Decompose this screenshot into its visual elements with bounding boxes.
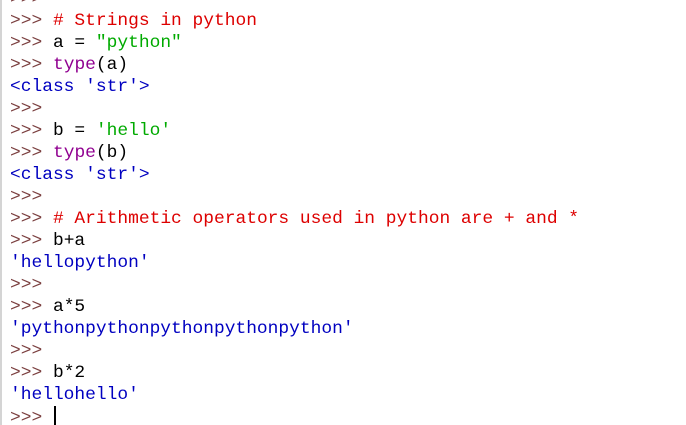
shell-output-line: 'hellopython' xyxy=(10,252,579,274)
code-token: a*5 xyxy=(42,297,86,317)
shell-input-line: >>> # Arithmetic operators used in pytho… xyxy=(10,208,579,230)
code-token: a = xyxy=(42,33,96,53)
shell-input-line: >>> xyxy=(10,0,579,10)
code-token: (b) xyxy=(95,143,129,163)
code-token: "python" xyxy=(95,33,182,53)
shell-input-line: >>> xyxy=(10,340,579,362)
python-shell-window[interactable]: >>>>>> # Strings in python>>> a = "pytho… xyxy=(0,0,686,425)
output-text: <class 'str'> xyxy=(10,165,150,185)
code-token: type xyxy=(52,143,96,163)
shell-prompt: >>> xyxy=(10,33,43,53)
shell-prompt: >>> xyxy=(10,55,43,75)
shell-prompt: >>> xyxy=(10,187,43,207)
code-token: # Strings in python xyxy=(42,11,257,31)
shell-prompt: >>> xyxy=(10,0,42,9)
output-text: 'hellohello' xyxy=(10,385,139,405)
shell-output-line: <class 'str'> xyxy=(10,76,579,98)
shell-input-line: >>> b+a xyxy=(10,230,579,252)
shell-output-area[interactable]: >>>>>> # Strings in python>>> a = "pytho… xyxy=(10,0,579,425)
shell-input-line: >>> b = 'hello' xyxy=(10,120,579,142)
code-token: b+a xyxy=(42,231,86,251)
code-token: 'hello' xyxy=(95,121,172,141)
shell-prompt: >>> xyxy=(10,363,43,383)
code-token: b = xyxy=(42,121,96,141)
output-text: 'pythonpythonpythonpythonpython' xyxy=(10,319,354,339)
shell-output-line: 'pythonpythonpythonpythonpython' xyxy=(10,318,579,340)
shell-prompt: >>> xyxy=(10,297,43,317)
code-token: # Arithmetic operators used in python ar… xyxy=(42,209,580,229)
shell-output-line: 'hellohello' xyxy=(10,384,579,406)
shell-input-line: >>> b*2 xyxy=(10,362,579,384)
shell-input-line: >>> # Strings in python xyxy=(10,10,579,32)
code-token: (a) xyxy=(95,55,129,75)
shell-input-line: >>> xyxy=(10,186,579,208)
shell-output-line: <class 'str'> xyxy=(10,164,579,186)
shell-prompt: >>> xyxy=(10,11,43,31)
shell-input-line: >>> xyxy=(10,98,579,120)
shell-input-line: >>> xyxy=(10,406,579,425)
shell-prompt: >>> xyxy=(10,99,43,119)
shell-input-line: >>> a*5 xyxy=(10,296,579,318)
shell-input-line: >>> a = "python" xyxy=(10,32,579,54)
text-cursor xyxy=(53,406,56,425)
shell-prompt: >>> xyxy=(10,121,43,141)
shell-prompt: >>> xyxy=(10,341,43,361)
shell-prompt: >>> xyxy=(10,408,43,425)
shell-prompt: >>> xyxy=(10,143,43,163)
shell-input-line: >>> xyxy=(10,274,579,296)
shell-input-line: >>> type(b) xyxy=(10,142,579,164)
shell-prompt: >>> xyxy=(10,275,43,295)
output-text: <class 'str'> xyxy=(10,77,150,97)
code-token: b*2 xyxy=(42,363,86,383)
shell-input-line: >>> type(a) xyxy=(10,54,579,76)
shell-prompt: >>> xyxy=(10,209,43,229)
output-text: 'hellopython' xyxy=(10,253,150,273)
shell-prompt: >>> xyxy=(10,231,43,251)
code-token: type xyxy=(52,55,96,75)
